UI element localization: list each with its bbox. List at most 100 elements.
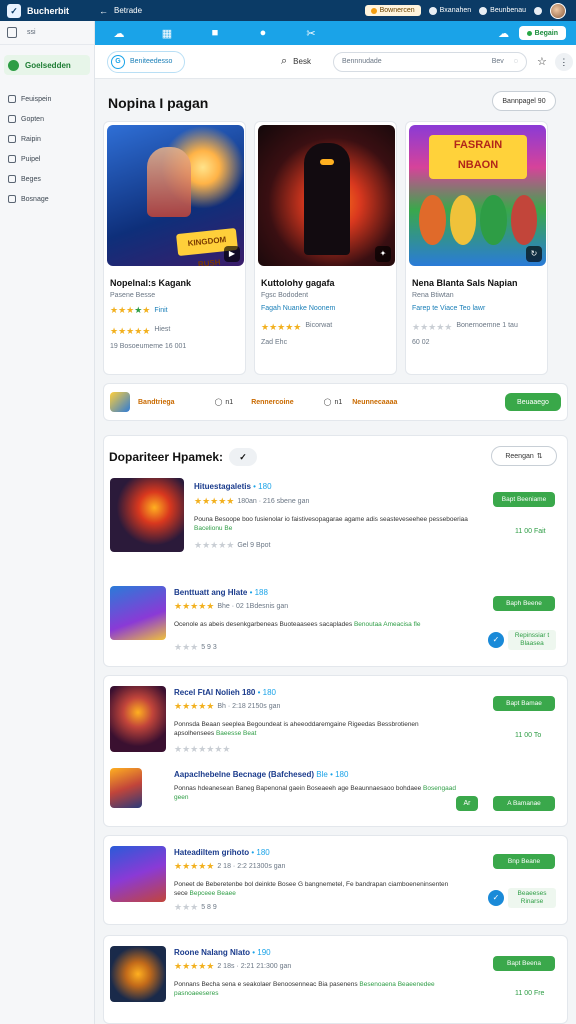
toolbar-cloud-button[interactable]: ☁ (95, 21, 143, 45)
list-icon (8, 135, 16, 143)
settings-icon (8, 195, 16, 203)
install-button[interactable]: A Bamanae (493, 796, 555, 811)
game-card[interactable]: ✦ Kuttolohy gagafa Fgsc Bododent Fagah N… (254, 121, 397, 375)
featured-section: Nopina I pagan Bannpagel 90 KINGDOM RUSH… (103, 85, 568, 383)
clear-icon[interactable]: ◌ (514, 58, 518, 65)
tab-icon: G (111, 54, 125, 69)
list-title: Dopariteer Hpamek: ✓ (109, 448, 258, 466)
list-item[interactable]: Recel FtAl Nolieh 180 • 180 ★★★★★ Bh · 2:… (110, 686, 563, 754)
sort-button[interactable]: Reengan ⇅ (491, 446, 557, 466)
tab-current[interactable]: G Beniteedesso (107, 50, 185, 73)
sidebar-header: ssi (0, 21, 94, 45)
rating-stars: ★★★★★ (110, 305, 151, 315)
nav-group[interactable]: ← Betrade (99, 6, 142, 16)
status-dot-icon (526, 30, 532, 36)
list-item[interactable]: Hituestagaletis • 180 ★★★★★ 180an · 216 s… (110, 478, 563, 552)
featured-title: Nopina I pagan (108, 95, 209, 111)
install-button[interactable]: Bapt Beeniame (493, 492, 555, 507)
home-icon (8, 95, 16, 103)
radio-icon: ◯ (323, 399, 332, 406)
search-label: Besk (293, 57, 311, 66)
list-panel: Dopariteer Hpamek: ✓ Reengan ⇅ Hituestaga… (103, 435, 568, 667)
sync-button[interactable]: Begain (518, 26, 566, 40)
circle-icon (428, 6, 437, 15)
refresh-icon[interactable]: ↻ (526, 246, 542, 262)
header: G Beniteedesso ⌕ Besk Bennnudade Bev ◌ ☆ … (95, 45, 576, 79)
rating-stars: ★★★★★ (174, 601, 215, 611)
rating-stars: ★★★★★ (194, 496, 235, 506)
toolbar-grid-button[interactable]: ▦ (143, 21, 191, 45)
install-button[interactable]: Bnp Beane (493, 854, 555, 869)
game-card[interactable]: FASRAIN NBAON ↻ Nena Blanta Sals Napian R… (405, 121, 548, 375)
device-icon[interactable] (7, 27, 17, 38)
notification-dot-icon (370, 7, 377, 14)
game-thumbnail: KINGDOM RUSH ▶ (107, 125, 244, 266)
sidebar-item-5[interactable]: Beges (0, 169, 94, 189)
promo-strip: Bandtriega ◯ n1 Rennercoine ◯ n1 Neunnecaa… (103, 383, 568, 421)
folder-icon (8, 155, 16, 163)
list-panel: Roone Nalang Nlato • 190 ★★★★★ 2 18s · 2:… (103, 935, 568, 1024)
game-card[interactable]: KINGDOM RUSH ▶ Nopelnal:s Kagank Pasene … (103, 121, 246, 375)
toolbar-square-button[interactable]: ■ (191, 21, 239, 45)
strip-option-2[interactable]: ◯ n1 (323, 398, 343, 407)
window-icon[interactable] (534, 6, 542, 15)
circle-icon (479, 6, 488, 15)
app-name: Bucherbit (27, 5, 70, 16)
install-button[interactable]: Bapt Bamae (493, 696, 555, 711)
title-bar: ✓ Bucherbit ← Betrade Bownercen Bxanahen… (0, 0, 576, 21)
list-item[interactable]: Benttuatt ang Hlate • 188 ★★★★★ Bhe · 02 … (110, 586, 563, 652)
game-thumbnail (110, 946, 166, 1002)
sidebar-item-4[interactable]: Puipel (0, 149, 94, 169)
rating-stars: ★★★★★ (261, 322, 302, 332)
verified-icon: ✓ (488, 890, 504, 906)
list-panel: Recel FtAl Nolieh 180 • 180 ★★★★★ Bh · 2:… (103, 675, 568, 827)
sidebar-item-3[interactable]: Raipin (0, 129, 94, 149)
main-content: Nopina I pagan Bannpagel 90 KINGDOM RUSH… (95, 79, 576, 1024)
strip-action-button[interactable]: Beuaaego (505, 393, 561, 411)
game-thumbnail: FASRAIN NBAON ↻ (409, 125, 546, 266)
chat-icon[interactable]: ☁ (489, 27, 519, 40)
search-icon[interactable]: ⌕ (281, 55, 287, 68)
app-icon (110, 392, 130, 412)
pin-icon[interactable]: ✦ (375, 246, 391, 262)
doc-icon (8, 115, 16, 123)
back-icon[interactable]: ← (99, 6, 108, 16)
titlebar-item-1[interactable]: Bxanahen (428, 6, 471, 15)
page-icon (8, 175, 16, 183)
nav-label[interactable]: Betrade (114, 6, 142, 15)
more-icon[interactable]: ⋮ (554, 52, 573, 71)
sidebar-item-6[interactable]: Bosnage (0, 189, 94, 209)
play-icon[interactable]: ▶ (224, 246, 240, 262)
toolbar-circle-button[interactable]: ● (239, 21, 287, 45)
list-panel: Hateadiltem grihoto • 180 ★★★★★ 2 18 · 2:… (103, 835, 568, 925)
list-item[interactable]: Aapaclhebelne Becnage (Bafchesed) Ble • … (110, 768, 563, 812)
game-thumbnail (110, 686, 166, 752)
install-button[interactable]: Baph Beene (493, 596, 555, 611)
sidebar-item-active[interactable]: Goelsedden (4, 55, 90, 75)
install-button[interactable]: Bapt Beena (493, 956, 555, 971)
notification-pill[interactable]: Bownercen (364, 5, 421, 16)
search-input[interactable]: Bennnudade Bev ◌ (332, 51, 527, 72)
sidebar-list: Feuispein Gopten Raipin Puipel Beges Bos… (0, 89, 94, 209)
active-dot-icon (8, 59, 19, 71)
sidebar-item-2[interactable]: Gopten (0, 109, 94, 129)
strip-option-1[interactable]: ◯ n1 (214, 398, 234, 407)
rating-stars: ★★★★★ (110, 326, 151, 336)
radio-icon: ◯ (214, 399, 223, 406)
game-thumbnail: ✦ (258, 125, 395, 266)
toolbar-tool-button[interactable]: ✂ (287, 21, 335, 45)
game-thumbnail (110, 586, 166, 640)
titlebar-item-2[interactable]: Beunbenau (479, 6, 526, 15)
check-icon[interactable]: ✓ (229, 448, 258, 466)
avatar[interactable] (550, 2, 566, 19)
toolbar: ☁ ▦ ■ ● ✂ ☁ Begain (95, 21, 576, 45)
featured-action-button[interactable]: Bannpagel 90 (492, 91, 556, 111)
game-thumbnail (110, 768, 142, 808)
list-item[interactable]: Roone Nalang Nlato • 190 ★★★★★ 2 18s · 2:… (110, 946, 563, 1012)
rating-stars: ★★★★★ (174, 701, 215, 711)
sort-icon: ⇅ (536, 453, 543, 460)
list-item[interactable]: Hateadiltem grihoto • 180 ★★★★★ 2 18 · 2:… (110, 846, 563, 912)
sidebar-item-1[interactable]: Feuispein (0, 89, 94, 109)
share-button[interactable]: Ar (456, 796, 478, 811)
star-icon[interactable]: ☆ (537, 55, 547, 68)
